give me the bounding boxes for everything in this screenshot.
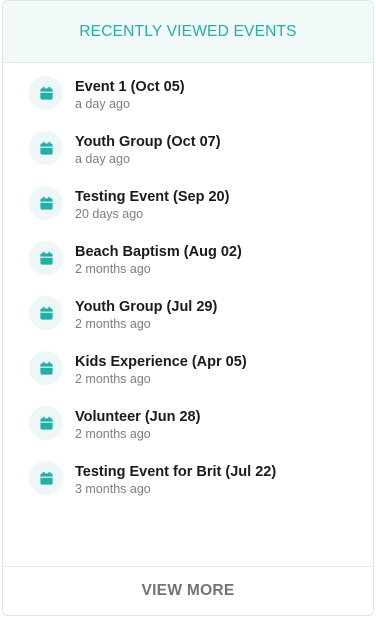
event-list-item[interactable]: Volunteer (Jun 28) 2 months ago (3, 393, 373, 448)
event-title[interactable]: Youth Group (Jul 29) (75, 299, 217, 315)
calendar-icon (29, 406, 63, 440)
card-footer: VIEW MORE (3, 566, 373, 615)
event-title[interactable]: Beach Baptism (Aug 02) (75, 244, 242, 260)
calendar-icon (29, 131, 63, 165)
event-title[interactable]: Testing Event for Brit (Jul 22) (75, 464, 276, 480)
event-viewed-time: 3 months ago (75, 482, 151, 496)
calendar-icon (29, 76, 63, 110)
event-title[interactable]: Event 1 (Oct 05) (75, 79, 185, 95)
event-viewed-time: 2 months ago (75, 427, 151, 441)
event-list-item[interactable]: Beach Baptism (Aug 02) 2 months ago (3, 228, 373, 283)
event-title[interactable]: Kids Experience (Apr 05) (75, 354, 247, 370)
event-viewed-time: 2 months ago (75, 317, 151, 331)
event-viewed-time: 20 days ago (75, 207, 144, 221)
event-list-item[interactable]: Testing Event (Sep 20) 20 days ago (3, 173, 373, 228)
calendar-icon (29, 351, 63, 385)
event-list-item[interactable]: Youth Group (Jul 29) 2 months ago (3, 283, 373, 338)
event-viewed-time: 2 months ago (75, 262, 151, 276)
event-list-item[interactable]: Kids Experience (Apr 05) 2 months ago (3, 338, 373, 393)
event-viewed-time: a day ago (75, 152, 130, 166)
event-title[interactable]: Testing Event (Sep 20) (75, 189, 229, 205)
recent-events-card: RECENTLY VIEWED EVENTS Event 1 (Oct 05) … (2, 0, 374, 616)
event-title[interactable]: Youth Group (Oct 07) (75, 134, 221, 150)
event-list-item[interactable]: Youth Group (Oct 07) a day ago (3, 118, 373, 173)
card-title: RECENTLY VIEWED EVENTS (79, 22, 297, 40)
event-title[interactable]: Volunteer (Jun 28) (75, 409, 200, 425)
calendar-icon (29, 461, 63, 495)
calendar-icon (29, 241, 63, 275)
card-header: RECENTLY VIEWED EVENTS (3, 1, 373, 63)
event-list-item[interactable]: Testing Event for Brit (Jul 22) 3 months… (3, 448, 373, 503)
event-viewed-time: a day ago (75, 97, 130, 111)
event-viewed-time: 2 months ago (75, 372, 151, 386)
calendar-icon (29, 296, 63, 330)
calendar-icon (29, 186, 63, 220)
event-list-item[interactable]: Event 1 (Oct 05) a day ago (3, 63, 373, 118)
view-more-button[interactable]: VIEW MORE (129, 576, 246, 606)
